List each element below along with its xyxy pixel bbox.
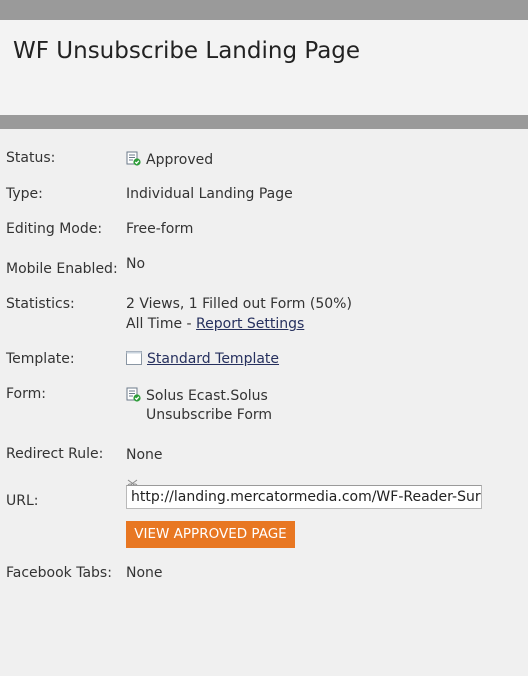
divider-bar (0, 115, 528, 129)
mobile-enabled-value: No (126, 256, 146, 272)
status-value: Approved (126, 151, 213, 170)
form-name-line2: Unsubscribe Form (146, 407, 273, 423)
statistics-period: All Time - Report Settings (126, 316, 304, 332)
header: WF Unsubscribe Landing Page (0, 20, 528, 115)
editing-mode-label: Editing Mode: (6, 221, 103, 237)
statistics-label: Statistics: (6, 296, 75, 312)
status-text: Approved (146, 152, 214, 168)
type-value: Individual Landing Page (126, 186, 293, 202)
redirect-rule-label: Redirect Rule: (6, 446, 104, 462)
form-value: Solus Ecast.Solus (126, 387, 268, 406)
statistics-line: 2 Views, 1 Filled out Form (50%) (126, 296, 352, 312)
page-title: WF Unsubscribe Landing Page (13, 38, 361, 64)
form-approved-icon (126, 387, 141, 406)
status-label: Status: (6, 150, 56, 166)
template-page-icon (126, 351, 142, 369)
top-bar (0, 0, 528, 20)
form-label: Form: (6, 386, 46, 402)
details-panel: Status: Approved Type: Individual Landin… (0, 129, 528, 676)
standard-template-link[interactable]: Standard Template (147, 351, 279, 367)
approved-doc-icon (126, 151, 141, 170)
form-name-line1: Solus Ecast.Solus (146, 388, 268, 404)
facebook-tabs-label: Facebook Tabs: (6, 565, 112, 581)
mobile-enabled-label: Mobile Enabled: (6, 261, 118, 277)
editing-mode-value: Free-form (126, 221, 194, 237)
type-label: Type: (6, 186, 43, 202)
url-field[interactable]: http://landing.mercatormedia.com/WF-Read… (126, 485, 482, 509)
facebook-tabs-value: None (126, 565, 163, 581)
view-approved-page-button[interactable]: VIEW APPROVED PAGE (126, 521, 295, 548)
template-label: Template: (6, 351, 75, 367)
report-settings-link[interactable]: Report Settings (196, 316, 304, 332)
url-label: URL: (6, 493, 39, 509)
redirect-rule-value: None (126, 447, 163, 463)
statistics-period-prefix: All Time - (126, 316, 197, 332)
template-value: Standard Template (126, 351, 279, 369)
